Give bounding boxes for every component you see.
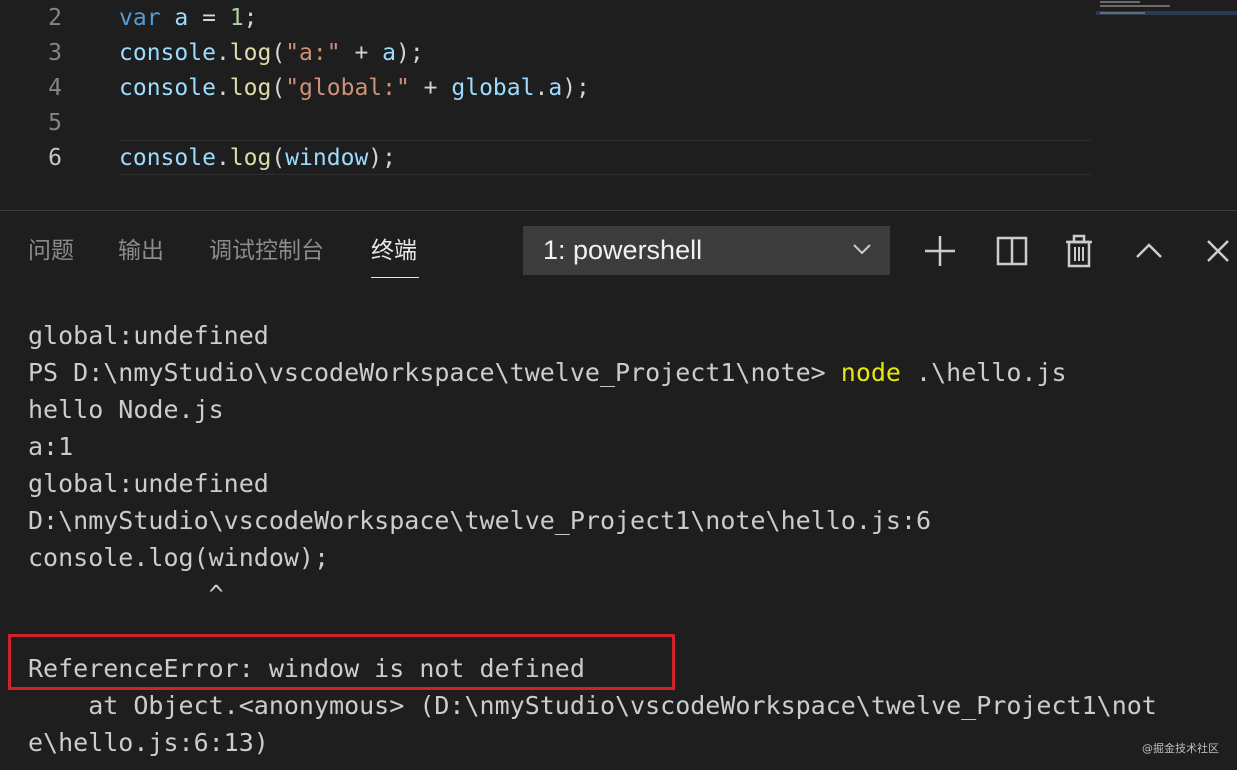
terminal-text: hello Node.js	[28, 395, 224, 424]
code-token: );	[396, 40, 424, 66]
code-text: console.log("global:" + global.a);	[119, 71, 590, 106]
code-token: ;	[243, 5, 258, 31]
code-token: +	[340, 40, 383, 66]
chevron-up-icon[interactable]	[1131, 233, 1167, 269]
terminal-text: ^	[28, 580, 224, 609]
minimap-line	[1100, 12, 1145, 14]
code-token: =	[188, 5, 230, 31]
code-line[interactable]: 5	[0, 106, 1237, 141]
code-token: log	[229, 75, 272, 101]
minimap-line	[1100, 5, 1170, 7]
code-token: );	[368, 145, 396, 171]
terminal-line: global:undefined	[28, 317, 1233, 354]
chevron-down-icon	[853, 244, 871, 255]
code-token: var	[119, 5, 161, 31]
code-line[interactable]: 2 var a = 1;	[0, 1, 1237, 36]
bottom-panel: 问题 输出 调试控制台 终端 1: powershell global:unde…	[0, 210, 1237, 770]
line-number: 6	[48, 145, 62, 171]
terminal-text: D:\nmyStudio\vscodeWorkspace\twelve_Proj…	[28, 506, 932, 535]
line-number: 4	[48, 75, 62, 101]
trash-icon[interactable]	[1061, 233, 1097, 269]
code-token: a	[548, 75, 563, 101]
code-token: .	[215, 75, 230, 101]
terminal-line: e\hello.js:6:13)	[28, 724, 1233, 761]
terminal-text: global:undefined	[28, 321, 269, 350]
terminal-line: ^	[28, 576, 1233, 613]
error-highlight-box	[8, 634, 675, 690]
code-token: (	[271, 40, 286, 66]
code-text: console.log("a:" + a);	[119, 36, 424, 71]
terminal-line: D:\nmyStudio\vscodeWorkspace\twelve_Proj…	[28, 502, 1233, 539]
active-tab-indicator	[371, 277, 419, 278]
code-line[interactable]: 3 console.log("a:" + a);	[0, 36, 1237, 71]
terminal-text: .\hello.js	[901, 358, 1067, 387]
terminal-text: PS D:\nmyStudio\vscodeWorkspace\twelve_P…	[28, 358, 841, 387]
code-token: (	[271, 145, 286, 171]
minimap-line	[1100, 1, 1140, 3]
code-line[interactable]: 6 console.log(window);	[0, 141, 1237, 176]
terminal-line: hello Node.js	[28, 391, 1233, 428]
terminal-text: e\hello.js:6:13)	[28, 728, 269, 757]
code-editor[interactable]: 2 var a = 1; 3 console.log("a:" + a); 4 conso…	[0, 0, 1237, 210]
code-token: .	[534, 75, 549, 101]
code-token: window	[285, 145, 369, 171]
code-token: console	[119, 40, 216, 66]
code-token: a	[382, 40, 396, 66]
tab-problems[interactable]: 问题	[28, 233, 74, 269]
code-token: a	[174, 5, 189, 31]
close-icon[interactable]	[1200, 233, 1236, 269]
watermark: @掘金技术社区	[1142, 742, 1219, 755]
terminal-text: console.log(window);	[28, 543, 330, 572]
code-token: "global:"	[285, 75, 410, 101]
code-line[interactable]: 4 console.log("global:" + global.a);	[0, 71, 1237, 106]
code-token: log	[229, 40, 272, 66]
code-token: );	[562, 75, 590, 101]
terminal-line: a:1	[28, 428, 1233, 465]
code-token: +	[409, 75, 452, 101]
code-text: console.log(window);	[119, 141, 396, 176]
line-number: 5	[48, 110, 62, 136]
terminal-output[interactable]: global:undefined PS D:\nmyStudio\vscodeWo…	[28, 317, 1233, 761]
code-token: console	[119, 145, 216, 171]
code-token: 1	[229, 5, 244, 31]
line-number: 2	[48, 5, 62, 31]
terminal-select-dropdown[interactable]: 1: powershell	[523, 226, 890, 275]
code-token: log	[229, 145, 272, 171]
code-token: (	[271, 75, 286, 101]
minimap[interactable]	[1096, 0, 1237, 18]
code-token: global	[451, 75, 535, 101]
terminal-text: global:undefined	[28, 469, 269, 498]
terminal-select-label: 1: powershell	[543, 235, 703, 265]
plus-icon[interactable]	[922, 233, 958, 269]
terminal-text: at Object.<anonymous> (D:\nmyStudio\vsco…	[28, 691, 1157, 720]
tab-terminal[interactable]: 终端	[371, 233, 417, 269]
terminal-text: node	[840, 358, 901, 387]
tab-output[interactable]: 输出	[118, 233, 164, 269]
terminal-text: a:1	[28, 432, 74, 461]
terminal-line: console.log(window);	[28, 539, 1233, 576]
terminal-line: global:undefined	[28, 465, 1233, 502]
code-text: var a = 1;	[119, 1, 258, 36]
code-token: console	[119, 75, 216, 101]
code-token: "a:"	[285, 40, 341, 66]
terminal-line: PS D:\nmyStudio\vscodeWorkspace\twelve_P…	[28, 354, 1233, 391]
terminal-line: at Object.<anonymous> (D:\nmyStudio\vsco…	[28, 687, 1233, 724]
line-number: 3	[48, 40, 62, 66]
code-token: .	[215, 40, 230, 66]
split-icon[interactable]	[994, 233, 1030, 269]
code-token: .	[215, 145, 230, 171]
tab-debug-console[interactable]: 调试控制台	[209, 233, 324, 269]
